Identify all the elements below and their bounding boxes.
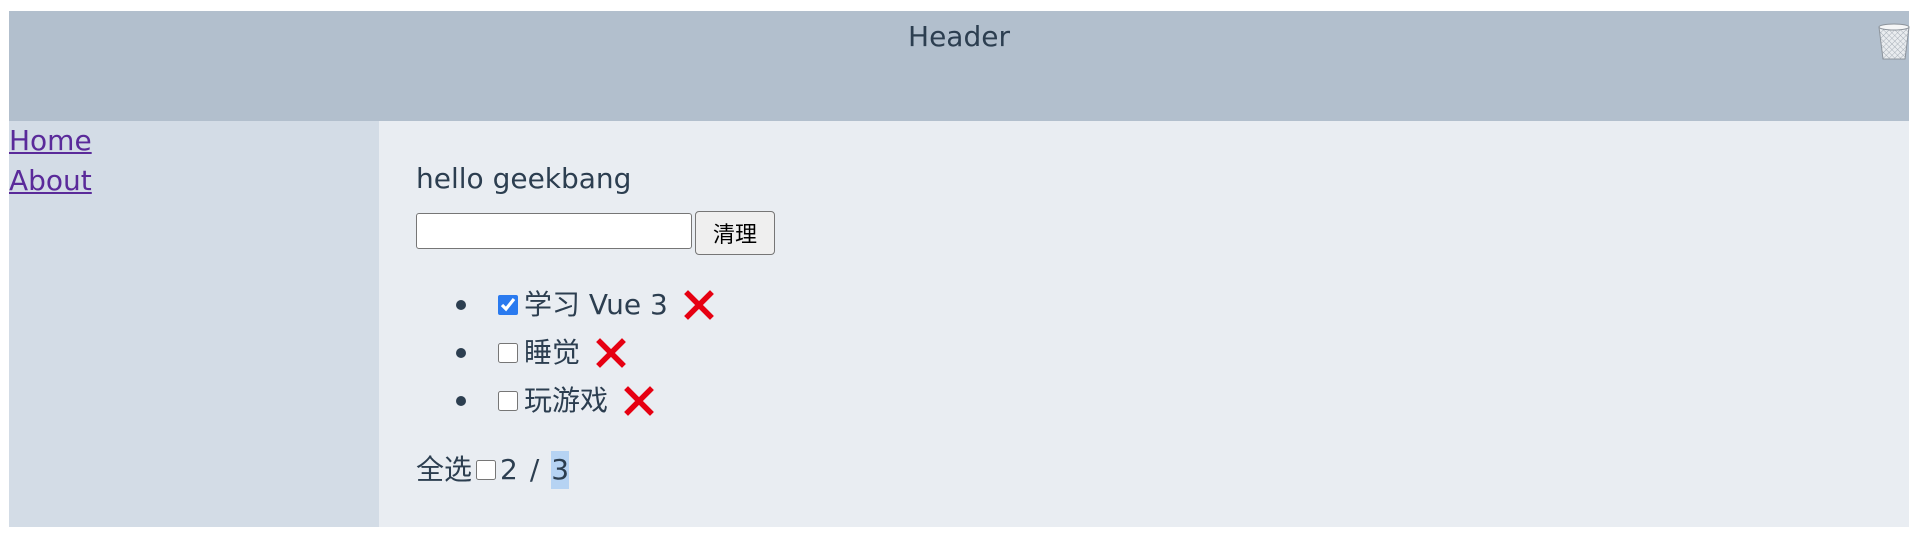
delete-x-icon[interactable] bbox=[596, 338, 626, 368]
app-container: Header Home About hello geekbang 清理 学习 V… bbox=[9, 11, 1910, 527]
header: Header bbox=[9, 11, 1910, 121]
todo-text: 睡觉 bbox=[524, 336, 581, 369]
count-separator: / bbox=[529, 453, 540, 486]
todo-list: 学习 Vue 3 睡觉 玩游戏 bbox=[416, 281, 714, 425]
bullet-icon bbox=[456, 300, 466, 310]
todo-item: 睡觉 bbox=[416, 329, 714, 377]
todo-footer: 全选 2 / 3 bbox=[416, 451, 570, 489]
todo-checkbox[interactable] bbox=[498, 295, 518, 315]
greeting-text: hello geekbang bbox=[416, 162, 632, 195]
clear-button[interactable]: 清理 bbox=[695, 211, 775, 255]
nav-link-about[interactable]: About bbox=[9, 161, 92, 201]
delete-x-icon[interactable] bbox=[683, 290, 714, 320]
bullet-icon bbox=[456, 348, 466, 358]
todo-checkbox[interactable] bbox=[498, 391, 518, 411]
delete-x-icon[interactable] bbox=[624, 386, 654, 416]
todo-item: 学习 Vue 3 bbox=[416, 281, 714, 329]
bullet-icon bbox=[456, 396, 466, 406]
total-count: 3 bbox=[551, 451, 570, 489]
header-title: Header bbox=[908, 20, 1010, 53]
todo-text: 玩游戏 bbox=[524, 384, 609, 417]
sidebar: Home About bbox=[9, 121, 379, 527]
nav-link-home[interactable]: Home bbox=[9, 121, 92, 161]
todo-input[interactable] bbox=[416, 213, 692, 249]
todo-text: 学习 Vue 3 bbox=[524, 288, 668, 321]
select-all-checkbox[interactable] bbox=[476, 460, 497, 480]
todo-checkbox[interactable] bbox=[498, 343, 518, 363]
active-count: 2 bbox=[500, 453, 518, 486]
main-content: hello geekbang 清理 学习 Vue 3 睡觉 玩游戏 全选 2 /… bbox=[379, 121, 1909, 527]
trash-bin-icon[interactable] bbox=[1875, 21, 1913, 61]
todo-item: 玩游戏 bbox=[416, 377, 714, 425]
select-all-label: 全选 bbox=[416, 453, 473, 486]
